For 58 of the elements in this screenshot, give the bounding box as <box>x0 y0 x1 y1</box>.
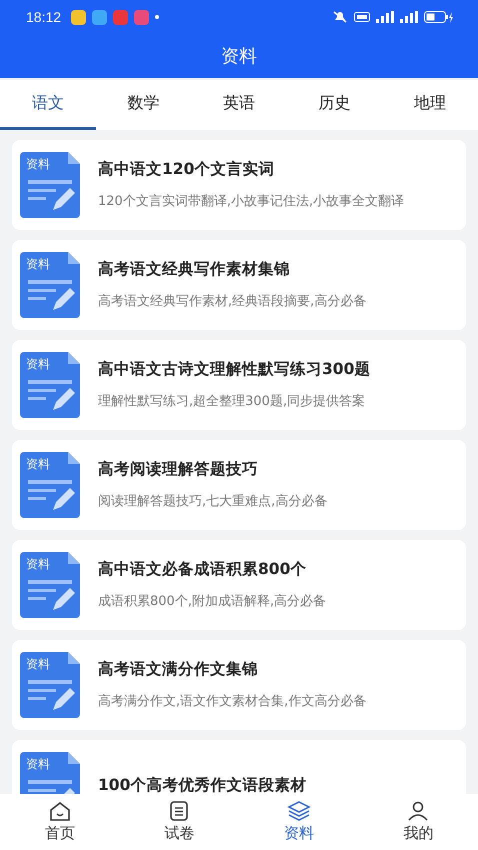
icon-label: 资料 <box>26 756 50 773</box>
subject-tab[interactable]: 英语 <box>191 80 287 130</box>
item-title: 高中语文必备成语积累800个 <box>98 559 308 580</box>
nav-tab[interactable]: 首页 <box>0 794 120 850</box>
item-title: 高中语文古诗文理解性默写练习300题 <box>98 359 370 380</box>
person-icon <box>407 801 430 821</box>
battery-icon <box>424 11 454 23</box>
nav-tab[interactable]: 我的 <box>358 794 478 850</box>
app-icon <box>113 10 128 24</box>
item-title: 100个高考优秀作文语段素材 <box>98 774 306 794</box>
document-icon <box>20 552 80 618</box>
signal-icon <box>376 11 394 23</box>
subject-tab[interactable]: 语文 <box>0 80 96 130</box>
notification-dot <box>155 15 160 19</box>
app-icon <box>92 10 108 24</box>
status-time: 18:12 <box>26 9 62 25</box>
document-icon <box>20 152 80 218</box>
document-icon <box>169 801 190 821</box>
hd-icon <box>354 12 370 22</box>
icon-label: 资料 <box>26 356 50 373</box>
home-icon <box>48 801 71 821</box>
document-card[interactable]: 资料 100个高考优秀作文语段素材 <box>12 740 466 794</box>
document-icon <box>20 252 80 318</box>
layers-icon <box>286 801 311 821</box>
mute-icon <box>332 11 348 23</box>
app-icon <box>71 10 86 24</box>
nav-tab[interactable]: 试卷 <box>120 794 239 850</box>
document-card[interactable]: 资料 高考阅读理解答题技巧 阅读理解答题技巧,七大重难点,高分必备 <box>12 440 466 530</box>
item-title: 高考阅读理解答题技巧 <box>98 459 259 480</box>
subject-tab[interactable]: 历史 <box>286 80 382 130</box>
item-description: 理解性默写练习,超全整理300题,同步提供答案 <box>98 393 366 411</box>
document-card[interactable]: 资料 高考语文经典写作素材集锦 高考语文经典写作素材,经典语段摘要,高分必备 <box>12 240 466 330</box>
document-icon <box>20 452 80 518</box>
subject-tab[interactable]: 数学 <box>96 80 192 130</box>
icon-label: 资料 <box>26 156 50 173</box>
subject-tab[interactable]: 地理 <box>382 80 478 130</box>
document-card[interactable]: 资料 高中语文古诗文理解性默写练习300题 理解性默写练习,超全整理300题,同步提供答案 <box>12 340 466 430</box>
signal-icon <box>400 11 418 23</box>
document-icon <box>20 352 80 418</box>
item-description: 高考语文经典写作素材,经典语段摘要,高分必备 <box>98 293 366 311</box>
icon-label: 资料 <box>26 656 50 673</box>
document-card[interactable]: 资料 高中语文120个文言实词 120个文言实词带翻译,小故事记住法,小故事全文翻译 <box>12 140 466 230</box>
item-description: 成语积累800个,附加成语解释,高分必备 <box>98 593 326 611</box>
app-icon <box>134 10 150 24</box>
item-description: 120个文言实词带翻译,小故事记住法,小故事全文翻译 <box>98 193 404 211</box>
icon-label: 资料 <box>26 456 50 473</box>
item-title: 高中语文120个文言实词 <box>98 159 276 180</box>
item-title: 高考语文满分作文集锦 <box>98 659 259 680</box>
item-description: 阅读理解答题技巧,七大重难点,高分必备 <box>98 493 328 511</box>
icon-label: 资料 <box>26 256 50 273</box>
icon-label: 资料 <box>26 556 50 573</box>
header-title: 资料 <box>220 45 258 69</box>
document-card[interactable]: 资料 高中语文必备成语积累800个 成语积累800个,附加成语解释,高分必备 <box>12 540 466 630</box>
document-card[interactable]: 资料 高考语文满分作文集锦 高考满分作文,语文作文素材合集,作文高分必备 <box>12 640 466 730</box>
item-description: 高考满分作文,语文作文素材合集,作文高分必备 <box>98 693 366 711</box>
item-title: 高考语文经典写作素材集锦 <box>98 259 291 280</box>
document-icon <box>20 652 80 718</box>
nav-tab[interactable]: 资料 <box>239 794 358 850</box>
